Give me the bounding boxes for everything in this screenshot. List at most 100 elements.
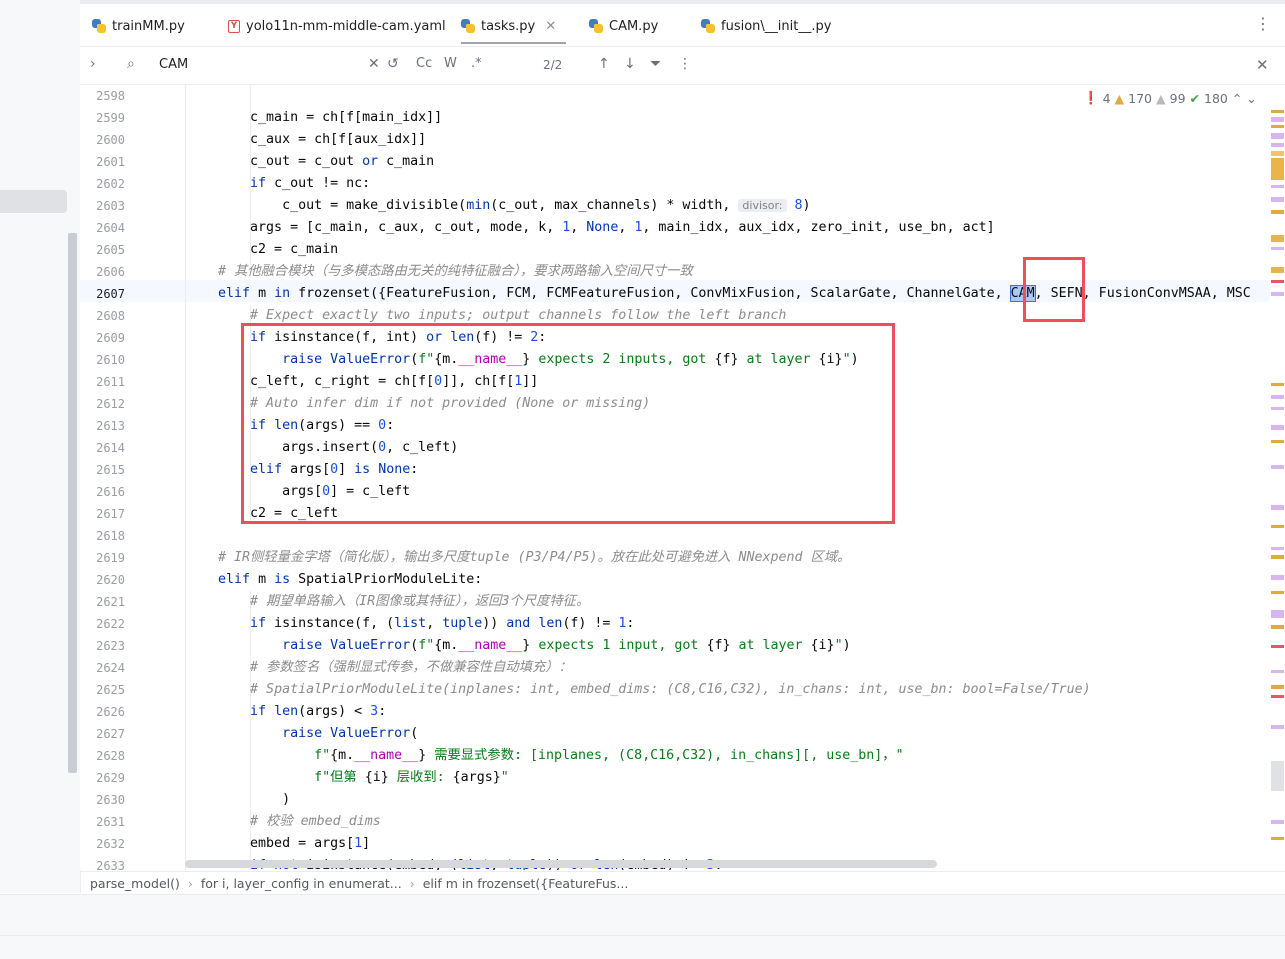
project-tool-window	[0, 0, 81, 893]
line-number[interactable]: 2623	[80, 635, 140, 657]
code-line: if isinstance(f, (list, tuple)) and len(…	[250, 616, 635, 631]
typo-icon: ✔	[1189, 90, 1201, 106]
line-number[interactable]: 2631	[80, 811, 140, 833]
line-number[interactable]: 2606	[80, 261, 140, 283]
line-number[interactable]: 2629	[80, 767, 140, 789]
line-number[interactable]: 2615	[80, 459, 140, 481]
line-number[interactable]: 2599	[80, 107, 140, 129]
line-number[interactable]: 2613	[80, 415, 140, 437]
error-icon: ❗	[1083, 90, 1099, 105]
line-number[interactable]: 2612	[80, 393, 140, 415]
stripe-marker	[1271, 197, 1284, 202]
more-options-icon[interactable]: ⋮	[678, 56, 692, 72]
line-number[interactable]: 2605	[80, 239, 140, 261]
match-case-toggle[interactable]: Cc	[416, 56, 432, 71]
line-number[interactable]: 2604	[80, 217, 140, 239]
tab-label: fusion\__init__.py	[721, 18, 832, 34]
stripe-marker	[1271, 158, 1284, 180]
line-number[interactable]: 2633	[80, 855, 140, 870]
search-input[interactable]: CAM	[159, 57, 188, 72]
line-number[interactable]: 2632	[80, 833, 140, 855]
tab-yolo-yaml[interactable]: Y yolo11n-mm-middle-cam.yaml	[228, 10, 446, 42]
tab-trainmm[interactable]: trainMM.py	[92, 10, 185, 42]
line-number[interactable]: 2602	[80, 173, 140, 195]
tab-label: yolo11n-mm-middle-cam.yaml	[246, 18, 446, 34]
stripe-marker	[1271, 151, 1284, 156]
tab-fusion-init[interactable]: fusion\__init__.py	[701, 10, 831, 42]
line-number[interactable]: 2621	[80, 591, 140, 613]
regex-toggle[interactable]: .*	[471, 56, 482, 71]
code-line: embed = args[1]	[186, 836, 371, 851]
stripe-marker	[1271, 610, 1284, 618]
parameter-hint: divisor:	[738, 199, 787, 212]
line-number[interactable]: 2619	[80, 547, 140, 569]
python-file-icon	[589, 19, 603, 33]
close-tab-icon[interactable]: ✕	[545, 19, 556, 34]
tab-cam[interactable]: CAM.py	[589, 10, 658, 42]
close-find-icon[interactable]: ✕	[1256, 56, 1269, 74]
stripe-marker	[1271, 117, 1284, 122]
warning-count: 170	[1128, 90, 1153, 106]
horizontal-scrollbar[interactable]	[185, 860, 937, 868]
code-line: elif m is SpatialPriorModuleLite:	[218, 572, 483, 587]
line-number[interactable]: 2601	[80, 151, 140, 173]
code-line: c_aux = ch[f[aux_idx]]	[186, 132, 427, 147]
breadcrumb-item[interactable]: elif m in frozenset({FeatureFus...	[423, 876, 629, 891]
breadcrumb-item[interactable]: parse_model()	[90, 876, 180, 891]
whole-words-toggle[interactable]: W	[444, 56, 457, 71]
line-number[interactable]: 2598	[80, 85, 140, 107]
line-number[interactable]: 2620	[80, 569, 140, 591]
chevron-right-icon[interactable]: ›	[90, 56, 96, 72]
code-line: c2 = c_main	[186, 242, 339, 257]
line-number[interactable]: 2628	[80, 745, 140, 767]
line-number[interactable]: 2627	[80, 723, 140, 745]
line-number[interactable]: 2607	[80, 283, 140, 305]
code-line: c_main = ch[f[main_idx]]	[186, 110, 443, 125]
code-line: c_out = make_divisible(min(c_out, max_ch…	[186, 198, 811, 213]
code-line: if c_out != nc:	[250, 176, 371, 191]
editor-tab-bar: trainMM.py Y yolo11n-mm-middle-cam.yaml …	[80, 0, 1285, 47]
code-line: c_out = c_out or c_main	[186, 154, 435, 169]
inspection-widget[interactable]: ❗ 4 ▲ 170 ▲ 99 ✔ 180 ⌃ ⌄	[1083, 90, 1257, 106]
history-icon[interactable]: ↺	[387, 56, 399, 72]
breadcrumb-item[interactable]: for i, layer_config in enumerat...	[201, 876, 402, 891]
breadcrumb: parse_model() › for i, layer_config in e…	[80, 871, 1285, 894]
stripe-marker	[1271, 465, 1284, 469]
line-number[interactable]: 2610	[80, 349, 140, 371]
code-line: if len(args) < 3:	[250, 704, 387, 719]
line-number[interactable]: 2614	[80, 437, 140, 459]
stripe-marker	[1271, 247, 1284, 250]
line-number[interactable]: 2603	[80, 195, 140, 217]
python-file-icon	[701, 19, 715, 33]
line-number[interactable]: 2608	[80, 305, 140, 327]
scrollbar-thumb[interactable]	[1271, 761, 1284, 791]
filter-icon[interactable]: ⏷	[650, 56, 661, 72]
stripe-marker	[1271, 425, 1284, 430]
line-number[interactable]: 2626	[80, 701, 140, 723]
more-tabs-icon[interactable]: ⋮	[1255, 14, 1271, 33]
warning-icon: ▲	[1114, 90, 1125, 106]
selected-project-item[interactable]	[0, 190, 67, 213]
line-number[interactable]: 2611	[80, 371, 140, 393]
clear-search-icon[interactable]: ✕	[368, 56, 380, 72]
stripe-marker	[1271, 575, 1284, 580]
stripe-marker	[1271, 125, 1284, 128]
line-number[interactable]: 2624	[80, 657, 140, 679]
stripe-marker	[1271, 685, 1284, 689]
line-number[interactable]: 2600	[80, 129, 140, 151]
line-number[interactable]: 2622	[80, 613, 140, 635]
next-occurrence-icon[interactable]: ↓	[624, 56, 636, 72]
code-line: f"但第 {i} 层收到: {args}"	[314, 770, 509, 785]
project-scrollbar[interactable]	[68, 233, 77, 773]
line-number[interactable]: 2617	[80, 503, 140, 525]
previous-highlight-icon[interactable]: ⌃	[1232, 91, 1242, 106]
code-line: # 期望单路输入（IR图像或其特征），返回3个尺度特征。	[250, 594, 590, 609]
line-number[interactable]: 2625	[80, 679, 140, 701]
next-highlight-icon[interactable]: ⌄	[1246, 91, 1256, 106]
previous-occurrence-icon[interactable]: ↑	[598, 56, 610, 72]
line-number[interactable]: 2616	[80, 481, 140, 503]
line-number[interactable]: 2609	[80, 327, 140, 349]
line-number[interactable]: 2630	[80, 789, 140, 811]
line-number[interactable]: 2618	[80, 525, 140, 547]
tab-tasks[interactable]: tasks.py ✕	[461, 10, 567, 44]
